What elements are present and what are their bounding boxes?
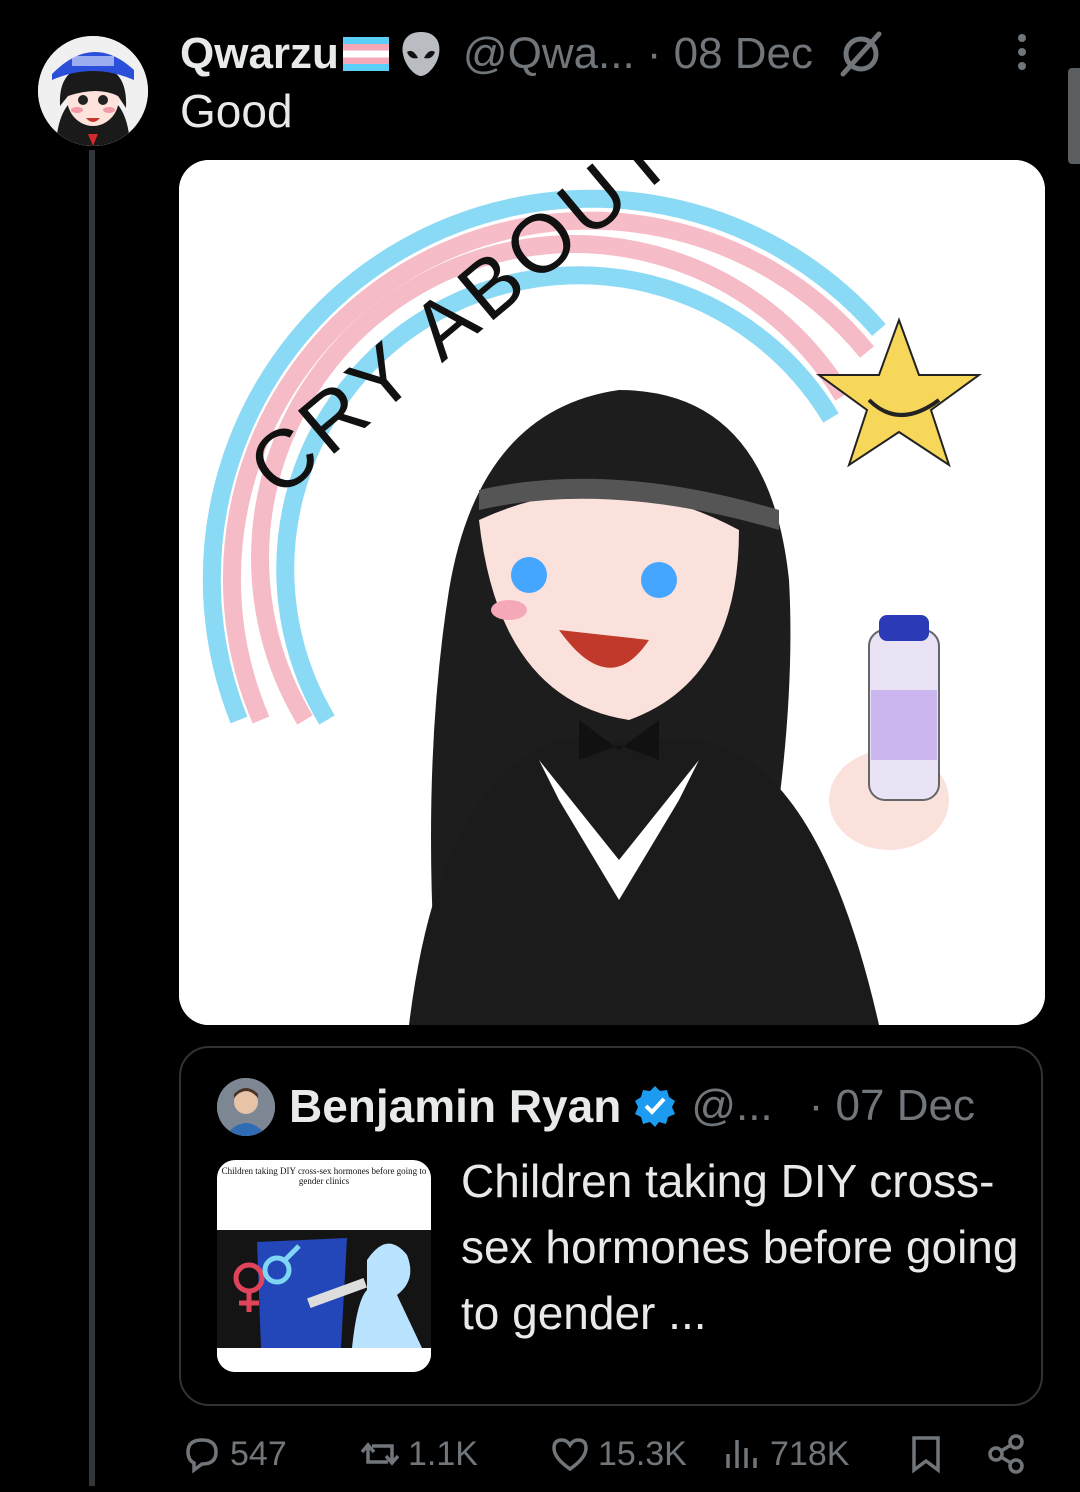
- tweet-header: Qwarzu @Qwa... · 08 Dec: [180, 24, 887, 84]
- article-image: [217, 1230, 431, 1372]
- quote-header: Benjamin Ryan @... · 07 Dec: [289, 1076, 975, 1136]
- person-avatar-icon: [217, 1078, 275, 1136]
- quote-avatar[interactable]: [217, 1078, 275, 1136]
- views-button[interactable]: 718K: [720, 1432, 849, 1476]
- bookmark-icon: [912, 1436, 940, 1474]
- quoted-tweet[interactable]: Benjamin Ryan @... · 07 Dec Children tak…: [179, 1046, 1043, 1406]
- bookmark-button[interactable]: [904, 1432, 954, 1476]
- reply-count: 547: [230, 1434, 287, 1473]
- quote-handle[interactable]: @...: [691, 1081, 772, 1131]
- tweet-media-image[interactable]: CRY ABOUT IT.: [179, 160, 1045, 1025]
- quote-timestamp[interactable]: · 07 Dec: [809, 1081, 975, 1131]
- repost-count: 1.1K: [408, 1434, 478, 1473]
- scrollbar[interactable]: [1068, 68, 1080, 164]
- thread-line: [89, 150, 95, 1486]
- trans-flag-icon: [342, 37, 389, 71]
- avatar[interactable]: [38, 36, 148, 146]
- tweet-text: Good: [180, 85, 293, 137]
- share-button[interactable]: [984, 1432, 1034, 1476]
- verified-badge-icon: [635, 1086, 676, 1127]
- like-count: 15.3K: [598, 1434, 687, 1473]
- alien-icon: [402, 32, 440, 76]
- timestamp[interactable]: · 08 Dec: [647, 29, 813, 79]
- reply-icon: [186, 1438, 218, 1474]
- views-count: 718K: [770, 1434, 850, 1473]
- heart-icon: [552, 1438, 588, 1472]
- display-name[interactable]: Qwarzu: [180, 29, 339, 79]
- like-button[interactable]: 15.3K: [548, 1432, 687, 1476]
- quote-article-thumbnail[interactable]: Children taking DIY cross-sex hormones b…: [217, 1160, 431, 1372]
- circle-slash-icon: [840, 31, 882, 77]
- reply-button[interactable]: 547: [180, 1432, 287, 1476]
- anime-avatar-icon: [38, 36, 148, 146]
- more-options-icon[interactable]: [1008, 32, 1036, 72]
- analytics-icon: [726, 1440, 757, 1468]
- repost-button[interactable]: 1.1K: [358, 1432, 478, 1476]
- repost-icon: [360, 1442, 400, 1466]
- action-bar: 547 1.1K 15.3K 718K: [0, 1432, 1080, 1492]
- cry-about-it-illustration: CRY ABOUT IT.: [179, 160, 1045, 1025]
- handle[interactable]: @Qwa...: [463, 29, 635, 79]
- share-icon: [988, 1434, 1024, 1474]
- quote-text: Children taking DIY cross-sex hormones b…: [461, 1155, 1019, 1339]
- quote-display-name[interactable]: Benjamin Ryan: [289, 1079, 621, 1133]
